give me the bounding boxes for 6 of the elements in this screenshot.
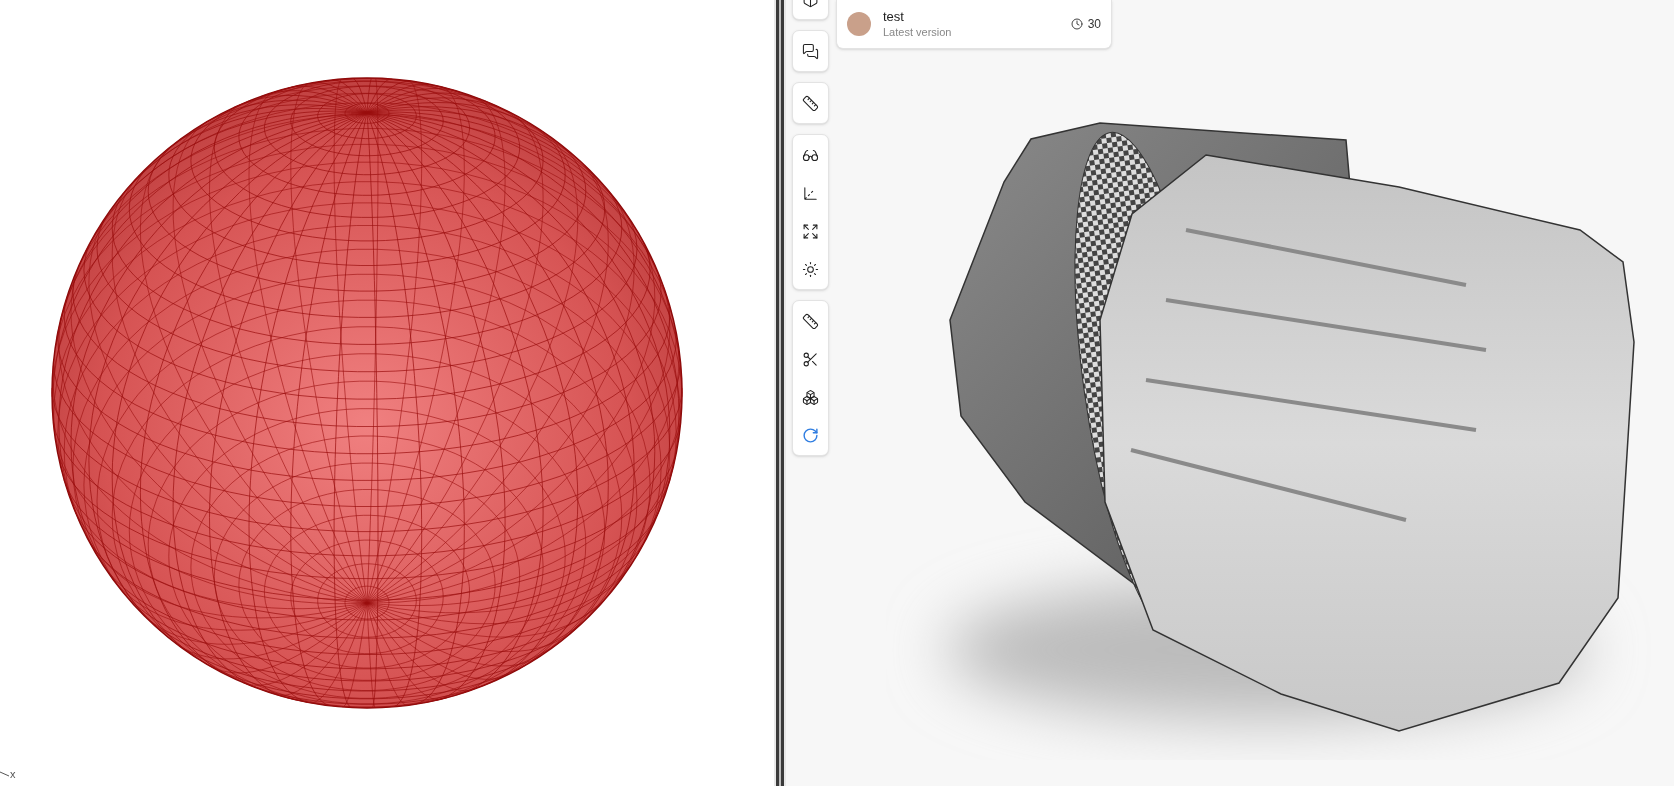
version-label: Latest version [883, 24, 953, 40]
user-name: test [883, 8, 905, 25]
version-count: 30 [1087, 16, 1101, 33]
clock-icon [1070, 18, 1083, 30]
avatar [847, 12, 871, 36]
axis-label: x [10, 767, 16, 782]
